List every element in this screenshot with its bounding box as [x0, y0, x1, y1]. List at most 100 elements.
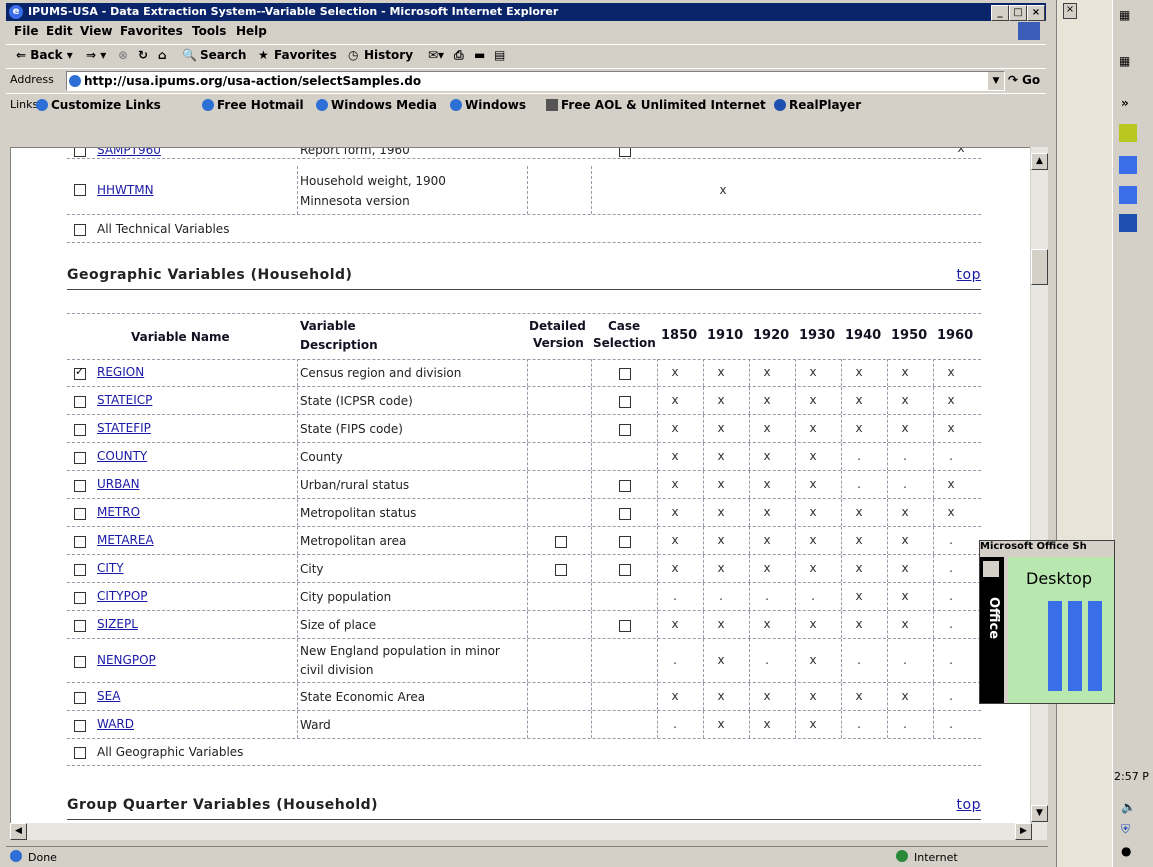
mail-icon[interactable]: ✉▾: [428, 48, 444, 62]
menu-help[interactable]: Help: [236, 24, 267, 38]
history-icon[interactable]: ◷: [348, 48, 358, 62]
address-dropdown-icon[interactable]: ▼: [988, 72, 1004, 90]
close-button[interactable]: ×: [1027, 5, 1045, 21]
case-selection-checkbox[interactable]: [619, 508, 631, 520]
variable-link[interactable]: HHWTMN: [97, 183, 154, 197]
ie-task-icon[interactable]: [1119, 186, 1137, 204]
minimize-button[interactable]: _: [991, 5, 1009, 21]
variable-link[interactable]: CITY: [97, 561, 124, 575]
desktop-tab-label[interactable]: Desktop: [1026, 569, 1092, 588]
address-input[interactable]: http://usa.ipums.org/usa-action/selectSa…: [66, 71, 1005, 91]
case-selection-checkbox[interactable]: [619, 424, 631, 436]
row-checkbox[interactable]: [74, 396, 86, 408]
menu-file[interactable]: File: [14, 24, 39, 38]
edit-icon[interactable]: ▬: [474, 48, 485, 62]
variable-link[interactable]: SAMPT960: [97, 148, 161, 157]
search-icon[interactable]: 🔍: [182, 48, 197, 62]
link-hotmail[interactable]: Free Hotmail: [202, 98, 304, 112]
scroll-left-icon[interactable]: ◀: [10, 823, 27, 840]
row-checkbox[interactable]: [74, 365, 86, 380]
link-windows-media[interactable]: Windows Media: [316, 98, 437, 112]
menu-favorites[interactable]: Favorites: [120, 24, 183, 38]
refresh-icon[interactable]: ↻: [138, 48, 148, 62]
case-selection-checkbox[interactable]: [619, 620, 631, 632]
row-checkbox[interactable]: [74, 592, 86, 604]
search-button[interactable]: Search: [200, 48, 246, 62]
variable-link[interactable]: SIZEPL: [97, 617, 138, 631]
variable-link[interactable]: CITYPOP: [97, 589, 148, 603]
row-checkbox[interactable]: [74, 148, 86, 157]
scroll-right-icon[interactable]: ▶: [1015, 823, 1032, 840]
variable-link[interactable]: REGION: [97, 365, 144, 379]
vertical-scrollbar[interactable]: ▲ ▼: [1030, 147, 1048, 823]
menu-tools[interactable]: Tools: [192, 24, 226, 38]
stop-icon[interactable]: ⊗: [118, 48, 128, 62]
favorites-icon[interactable]: ★: [258, 48, 269, 62]
all-technical-checkbox[interactable]: [74, 224, 86, 236]
app-icon[interactable]: [1119, 124, 1137, 142]
row-checkbox[interactable]: [74, 692, 86, 704]
menu-view[interactable]: View: [80, 24, 112, 38]
maximize-button[interactable]: □: [1009, 5, 1027, 21]
top-link[interactable]: top: [957, 797, 981, 813]
variable-link[interactable]: STATEICP: [97, 393, 152, 407]
case-selection-checkbox[interactable]: [619, 536, 631, 548]
top-link[interactable]: top: [957, 267, 981, 283]
link-windows[interactable]: Windows: [450, 98, 526, 112]
variable-link[interactable]: STATEFIP: [97, 421, 151, 435]
discuss-icon[interactable]: ▤: [494, 48, 505, 62]
detailed-version-checkbox[interactable]: [555, 564, 567, 576]
shield-icon[interactable]: ⛨: [1121, 822, 1130, 837]
office-menu-icon[interactable]: [983, 561, 999, 577]
print-icon[interactable]: ⎙: [454, 48, 464, 63]
history-button[interactable]: History: [364, 48, 413, 62]
ie-task-icon[interactable]: [1119, 156, 1137, 174]
app-icon[interactable]: ▦: [1119, 8, 1130, 22]
all-geographic-checkbox[interactable]: [74, 747, 86, 759]
variable-link[interactable]: COUNTY: [97, 449, 147, 463]
variable-link[interactable]: METRO: [97, 505, 140, 519]
favorites-button[interactable]: Favorites: [274, 48, 337, 62]
menu-edit[interactable]: Edit: [46, 24, 73, 38]
scroll-down-icon[interactable]: ▼: [1031, 805, 1048, 822]
row-checkbox[interactable]: [74, 536, 86, 548]
case-selection-checkbox[interactable]: [619, 368, 631, 380]
background-close-icon[interactable]: ×: [1063, 3, 1077, 19]
link-aol[interactable]: Free AOL & Unlimited Internet: [546, 98, 766, 112]
row-checkbox[interactable]: [74, 508, 86, 520]
scroll-up-icon[interactable]: ▲: [1031, 153, 1048, 170]
row-checkbox[interactable]: [74, 564, 86, 576]
row-checkbox[interactable]: [74, 620, 86, 632]
variable-link[interactable]: WARD: [97, 717, 134, 731]
row-checkbox[interactable]: [74, 480, 86, 492]
case-selection-checkbox[interactable]: [619, 148, 631, 157]
word-task-icon[interactable]: [1119, 214, 1137, 232]
row-checkbox[interactable]: [74, 452, 86, 464]
go-button[interactable]: Go: [1022, 73, 1040, 87]
case-selection-checkbox[interactable]: [619, 564, 631, 576]
back-button[interactable]: ⇐ Back ▾: [16, 48, 73, 62]
variable-link[interactable]: URBAN: [97, 477, 140, 491]
scroll-thumb[interactable]: [1031, 249, 1048, 285]
app-icon[interactable]: ▦: [1119, 54, 1130, 68]
title-bar[interactable]: e IPUMS-USA - Data Extraction System--Va…: [6, 3, 1046, 21]
row-checkbox[interactable]: [74, 184, 86, 196]
variable-link[interactable]: METAREA: [97, 533, 154, 547]
chevron-right-icon[interactable]: »: [1121, 96, 1129, 110]
office-app-icons[interactable]: [1048, 601, 1108, 691]
go-arrow-icon[interactable]: ↷: [1008, 73, 1018, 87]
variable-link[interactable]: NENGPOP: [97, 653, 156, 667]
variable-link[interactable]: SEA: [97, 689, 120, 703]
link-customize[interactable]: Customize Links: [36, 98, 161, 112]
case-selection-checkbox[interactable]: [619, 396, 631, 408]
row-checkbox[interactable]: [74, 656, 86, 668]
link-realplayer[interactable]: RealPlayer: [774, 98, 861, 112]
network-icon[interactable]: ●: [1121, 844, 1131, 858]
case-selection-checkbox[interactable]: [619, 480, 631, 492]
row-checkbox[interactable]: [74, 720, 86, 732]
forward-button[interactable]: ⇒ ▾: [86, 48, 106, 62]
detailed-version-checkbox[interactable]: [555, 536, 567, 548]
home-icon[interactable]: ⌂: [158, 48, 167, 62]
horizontal-scrollbar[interactable]: ◀ ▶: [10, 823, 1047, 840]
row-checkbox[interactable]: [74, 424, 86, 436]
